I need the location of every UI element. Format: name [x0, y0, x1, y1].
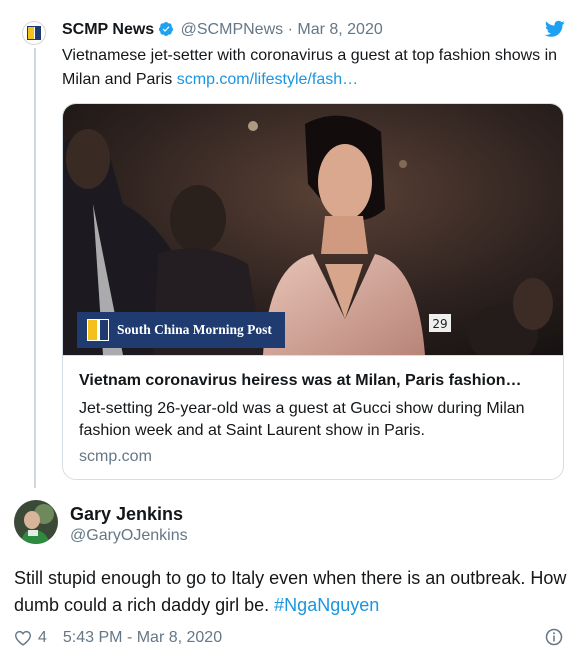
like-count[interactable]: 4: [38, 628, 47, 648]
reply-author-handle[interactable]: @GaryOJenkins: [70, 526, 188, 546]
heart-icon[interactable]: [14, 630, 32, 646]
scmp-watermark-badge: South China Morning Post: [77, 312, 285, 348]
author-name[interactable]: SCMP News: [62, 21, 154, 38]
article-link[interactable]: scmp.com/lifestyle/fash…: [177, 71, 358, 88]
hashtag-link[interactable]: #NgaNguyen: [274, 595, 379, 615]
verified-icon: [159, 22, 174, 36]
scmp-logo-icon: [27, 26, 41, 40]
quoted-tweet-text: Vietnamese jet-setter with coronavirus a…: [62, 44, 562, 92]
reply-text: Still stupid enough to go to Italy even …: [14, 565, 574, 619]
author-handle[interactable]: @SCMPNews: [181, 21, 283, 38]
card-divider: [63, 355, 563, 356]
photo-number-sign: 29: [432, 317, 447, 331]
scmp-avatar[interactable]: [22, 21, 46, 45]
card-description: Jet-setting 26-year-old was a guest at G…: [79, 400, 525, 439]
tweet-date[interactable]: Mar 8, 2020: [297, 21, 382, 38]
separator-dot: ·: [287, 21, 293, 38]
card-domain: scmp.com: [79, 448, 152, 465]
twitter-bird-icon[interactable]: [545, 20, 565, 38]
scmp-badge-text: South China Morning Post: [117, 322, 272, 337]
link-card[interactable]: 29 South China Morning Post Vietnam coro…: [62, 103, 564, 480]
card-title[interactable]: Vietnam coronavirus heiress was at Milan…: [79, 371, 549, 391]
reply-author-name[interactable]: Gary Jenkins: [70, 503, 183, 525]
scmp-logo-icon: [87, 319, 109, 341]
info-icon[interactable]: [545, 628, 563, 646]
thread-line: [34, 48, 36, 488]
reply-timestamp[interactable]: 5:43 PM - Mar 8, 2020: [63, 628, 222, 648]
reply-meta: 4 5:43 PM - Mar 8, 2020: [14, 628, 222, 648]
quoted-tweet-header: SCMP News @SCMPNews · Mar 8, 2020: [62, 20, 383, 40]
reply-avatar[interactable]: [14, 500, 58, 544]
